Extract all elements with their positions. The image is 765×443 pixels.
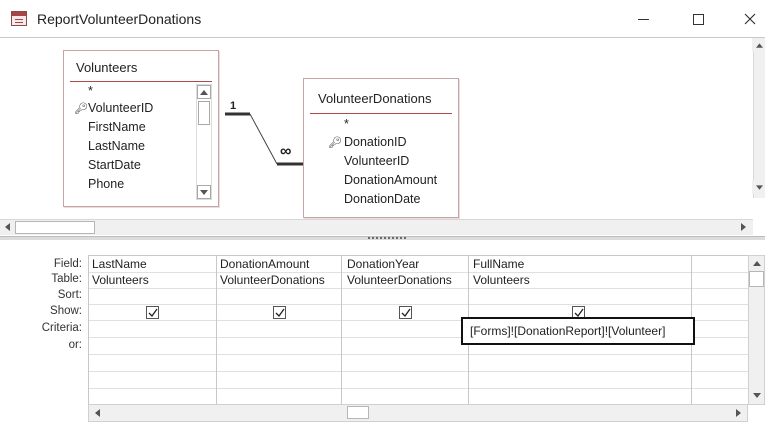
title-bar: ReportVolunteerDonations	[0, 0, 765, 38]
criteria-cell[interactable]: [Forms]![DonationReport]![Volunteer]	[470, 324, 665, 338]
chevron-right-icon	[740, 223, 746, 231]
field-all[interactable]: *	[88, 84, 93, 98]
table-pane-vertical-scrollbar[interactable]	[752, 38, 765, 198]
chevron-up-icon	[200, 89, 208, 95]
window-bottom	[0, 423, 765, 443]
minimize-button[interactable]	[628, 6, 658, 32]
scroll-thumb[interactable]	[198, 101, 210, 125]
checkmark-icon	[401, 308, 411, 318]
grid-row-divider	[89, 288, 749, 289]
scroll-up-button[interactable]	[197, 85, 211, 99]
grid-table-cell[interactable]: Volunteers	[473, 273, 530, 287]
grid-table-cell[interactable]: VolunteerDonations	[220, 273, 325, 287]
grid-table-cell[interactable]: VolunteerDonations	[347, 273, 452, 287]
window-title: ReportVolunteerDonations	[37, 11, 202, 27]
table-title[interactable]: VolunteerDonations	[304, 79, 458, 113]
row-label-criteria: Criteria:	[41, 322, 82, 334]
scroll-left-button[interactable]	[90, 406, 104, 420]
scroll-up-button[interactable]	[752, 38, 765, 52]
field-item[interactable]: VolunteerID	[88, 101, 153, 115]
row-label-or: or:	[68, 339, 82, 351]
minimize-icon	[637, 18, 649, 20]
field-item[interactable]: LastName	[88, 139, 145, 153]
field-item[interactable]: FirstName	[88, 120, 146, 134]
checkmark-icon	[148, 308, 158, 318]
scroll-thumb[interactable]	[15, 221, 95, 234]
table-pane-horizontal-scrollbar[interactable]	[0, 219, 753, 235]
grid-field-cell[interactable]: DonationYear	[347, 257, 419, 271]
close-button[interactable]	[735, 6, 765, 32]
query-icon	[11, 11, 27, 26]
relationship-one-label: 1	[230, 100, 237, 112]
scroll-up-button[interactable]	[750, 256, 764, 270]
grid-field-cell[interactable]: DonationAmount	[220, 257, 309, 271]
field-item[interactable]: StartDate	[88, 158, 141, 172]
relationship-many-label: ∞	[280, 143, 292, 160]
field-list[interactable]: * 🔑︎ VolunteerID FirstName LastName Star…	[64, 82, 218, 206]
scroll-left-button[interactable]	[0, 220, 14, 234]
scroll-thumb[interactable]	[347, 406, 369, 419]
chevron-right-icon	[735, 409, 741, 417]
field-item[interactable]: DonationAmount	[344, 173, 437, 187]
field-item[interactable]: DonationDate	[344, 192, 420, 206]
maximize-button[interactable]	[683, 6, 713, 32]
grid-horizontal-scrollbar[interactable]	[88, 404, 748, 422]
field-list-scrollbar[interactable]	[196, 84, 212, 200]
show-checkbox[interactable]	[273, 306, 286, 319]
scroll-down-button[interactable]	[750, 388, 764, 402]
checkmark-icon	[275, 308, 285, 318]
grid-table-cell[interactable]: Volunteers	[92, 273, 149, 287]
chevron-up-icon	[753, 260, 761, 266]
table-volunteerdonations[interactable]: VolunteerDonations * 🔑︎ DonationID Volun…	[303, 78, 459, 218]
row-label-field: Field:	[53, 258, 82, 270]
primary-key-icon: 🔑︎	[74, 103, 88, 115]
field-item[interactable]: DonationID	[344, 135, 407, 149]
scroll-down-button[interactable]	[197, 185, 211, 199]
maximize-icon	[692, 13, 704, 25]
chevron-left-icon	[94, 409, 100, 417]
grid-row-divider	[89, 304, 749, 305]
scroll-thumb[interactable]	[749, 271, 764, 287]
splitter-grip[interactable]	[368, 237, 406, 240]
grid-column-divider	[341, 256, 342, 406]
grid-field-cell[interactable]: FullName	[473, 257, 524, 271]
field-item[interactable]: VolunteerID	[344, 154, 409, 168]
chevron-down-icon	[200, 189, 208, 195]
grid-row-divider	[89, 371, 749, 372]
grid-vertical-scrollbar[interactable]	[748, 255, 765, 405]
grid-field-cell[interactable]: LastName	[92, 257, 147, 271]
primary-key-icon: 🔑︎	[328, 137, 342, 149]
row-label-show: Show:	[50, 305, 82, 317]
scroll-right-button[interactable]	[736, 220, 750, 234]
scroll-right-button[interactable]	[731, 406, 745, 420]
chevron-up-icon	[755, 42, 763, 48]
field-item[interactable]: Phone	[88, 177, 124, 191]
field-all[interactable]: *	[344, 117, 349, 131]
show-checkbox[interactable]	[399, 306, 412, 319]
grid-row-divider	[89, 354, 749, 355]
table-volunteers[interactable]: Volunteers * 🔑︎ VolunteerID FirstName La…	[63, 50, 219, 207]
table-title[interactable]: Volunteers	[64, 51, 218, 81]
scroll-down-button[interactable]	[752, 180, 765, 194]
field-list[interactable]: * 🔑︎ DonationID VolunteerID DonationAmou…	[304, 114, 458, 218]
grid-row-divider	[89, 388, 749, 389]
show-checkbox[interactable]	[146, 306, 159, 319]
table-pane[interactable]: Volunteers * 🔑︎ VolunteerID FirstName La…	[0, 38, 765, 218]
row-label-sort: Sort:	[57, 289, 82, 301]
row-label-table: Table:	[51, 273, 82, 285]
close-icon	[744, 13, 756, 25]
chevron-left-icon	[4, 223, 10, 231]
chevron-down-icon	[753, 392, 761, 398]
chevron-down-icon	[755, 184, 763, 190]
grid-column-divider	[216, 256, 217, 406]
